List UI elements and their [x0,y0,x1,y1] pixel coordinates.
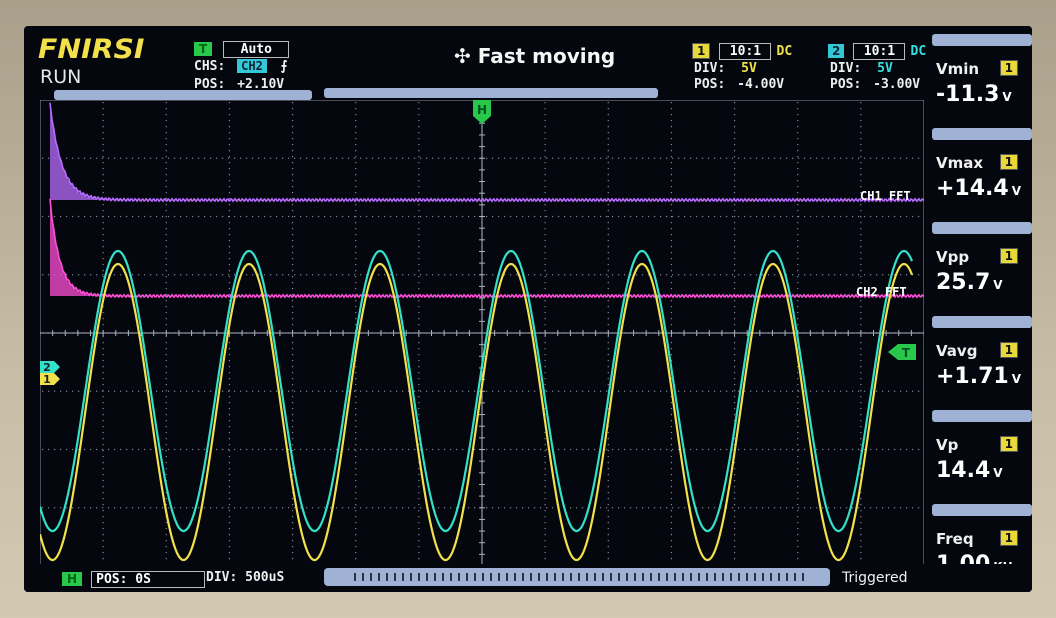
measurement-panel: Vmin 1 -11.3 V Vmax 1 +14.4 V Vpp 1 25.7 V Vavg 1 +1.7… [926,26,1032,592]
ch2-div-label: DIV: [830,61,862,76]
measurement-separator[interactable] [932,410,1032,422]
ch1-badge: 1 [692,43,711,59]
measurement-unit: V [993,466,1003,480]
ch2-probe[interactable]: 10:1 [853,43,906,60]
ch2-coupling[interactable]: DC [911,44,927,59]
measurement-name-freq: Freq [936,530,974,548]
measurement-unit: V [1011,372,1022,386]
timebase-block[interactable]: H POS: 0S [62,568,206,588]
ch2-badge: 2 [828,44,845,58]
measurement-readout: -11.3 V [936,82,1012,107]
measurement-channel-badge[interactable]: 1 [999,436,1018,452]
measurement-readout: +1.71 V [936,364,1021,389]
move-icon: ✣ [454,44,471,68]
measurement-separator[interactable] [932,34,1032,46]
top-scroll-strip-center[interactable] [324,88,658,98]
measurement-unit: V [1002,90,1012,104]
ch2-pos-row: POS: -3.00V [830,77,920,92]
run-state[interactable]: RUN [40,66,81,88]
top-scroll-strip-left[interactable] [54,90,312,100]
ch2-div-row: DIV: 5V [830,61,893,76]
mode-indicator[interactable]: ✣ Fast moving [454,44,615,68]
trigger-badge: T [194,42,213,56]
measurement-value-vpp: 25.7 [936,270,991,295]
ch1-probe[interactable]: 10:1 [719,43,772,60]
measurement-channel-badge[interactable]: 1 [999,530,1018,546]
trigger-chs-value[interactable]: CH2 [237,59,267,73]
ch1-pos-label: POS: [694,77,726,92]
measurement-name-vmin: Vmin [936,60,980,78]
measurement-channel-badge[interactable]: 1 [999,248,1018,264]
measurement-unit: V [1011,184,1022,198]
rising-edge-icon: ⨍ [280,59,288,74]
waveform-plot[interactable]: CH1 FFT CH2 FFT H T 2 1 [40,100,924,566]
trigger-settings[interactable]: T Auto [194,38,290,58]
ch1-pos-row: POS: -4.00V [694,77,784,92]
measurement-channel-badge[interactable]: 1 [999,60,1018,76]
measurement-unit: V [993,278,1003,292]
ch1-coupling[interactable]: DC [777,44,793,59]
measurement-readout: 14.4 V [936,458,1003,483]
measurement-channel-badge[interactable]: 1 [999,154,1018,170]
measurement-separator[interactable] [932,222,1032,234]
horizontal-scroll-ruler[interactable] [324,568,830,586]
measurement-value-vavg: +1.71 [936,364,1009,389]
t-marker-label: T [902,346,911,360]
trigger-mode[interactable]: Auto [223,41,290,58]
measurement-name-vp: Vp [936,436,959,454]
measurement-separator[interactable] [932,316,1032,328]
timebase-h-badge: H [62,572,83,586]
ch1-marker-label: 1 [43,373,51,386]
status-bar: H POS: 0S DIV: 500uS Triggered [24,564,1032,592]
trigger-chs-label: CHS: [194,59,226,74]
timebase-pos[interactable]: POS: 0S [91,571,206,588]
trigger-source-row: CHS: CH2 ⨍ [194,59,287,74]
ch2-fft-label: CH2 FFT [856,285,907,299]
measurement-value-vp: 14.4 [936,458,991,483]
mode-text: Fast moving [477,44,616,68]
measurement-readout: 25.7 V [936,270,1003,295]
ch2-settings[interactable]: 2 10:1 DC [828,40,926,60]
measurement-name-vpp: Vpp [936,248,970,266]
measurement-separator[interactable] [932,504,1032,516]
ch1-div-value: 5V [741,61,757,76]
measurement-value-vmax: +14.4 [936,176,1009,201]
measurement-name-vmax: Vmax [936,154,984,172]
h-marker-label: H [477,103,487,117]
ch1-fft-label: CH1 FFT [860,189,911,203]
trigger-status: Triggered [842,570,908,586]
measurement-name-vavg: Vavg [936,342,978,360]
measurement-readout: +14.4 V [936,176,1021,201]
ch1-pos-value: -4.00V [737,77,785,92]
measurement-separator[interactable] [932,128,1032,140]
brand-logo: FNIRSI [38,34,145,65]
measurement-value-vmin: -11.3 [936,82,1000,107]
ch2-pos-value: -3.00V [873,77,921,92]
timebase-div[interactable]: DIV: 500uS [206,570,284,585]
ch1-div-label: DIV: [694,61,726,76]
ch2-pos-label: POS: [830,77,862,92]
scope-screen: FNIRSI RUN T Auto CHS: CH2 ⨍ POS: +2.10V… [24,26,1032,592]
ch1-settings[interactable]: 1 10:1 DC [692,40,792,60]
ch1-div-row: DIV: 5V [694,61,757,76]
measurement-channel-badge[interactable]: 1 [999,342,1018,358]
ch2-div-value: 5V [877,61,893,76]
